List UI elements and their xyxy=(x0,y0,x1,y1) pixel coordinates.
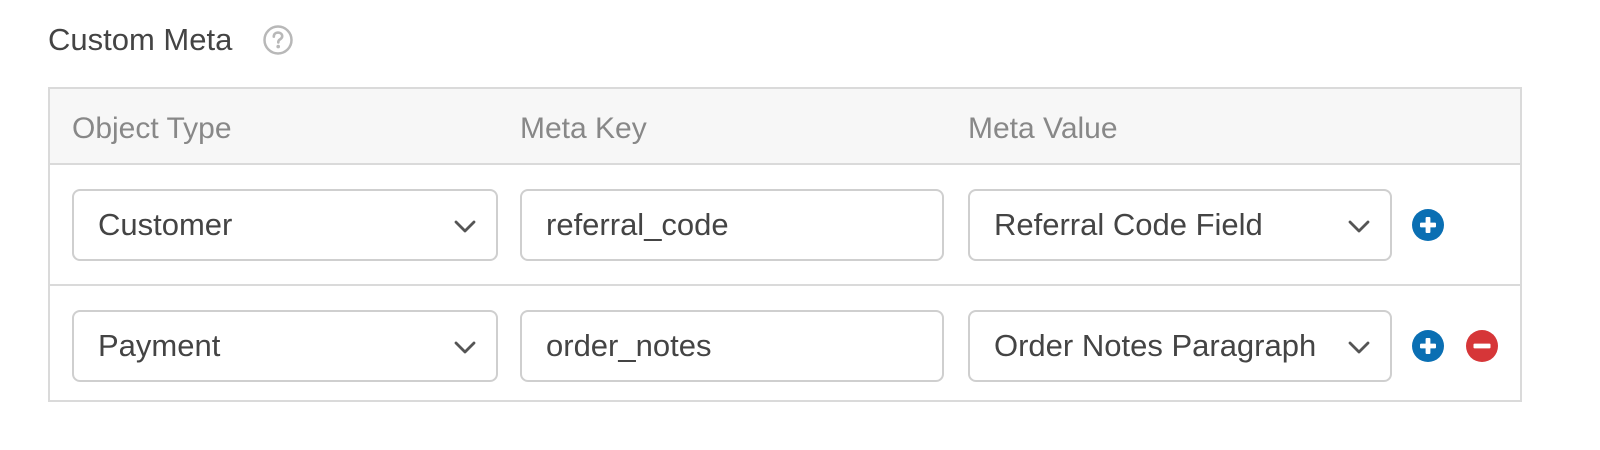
chevron-down-icon xyxy=(1346,334,1372,360)
table-header: Object Type Meta Key Meta Value xyxy=(50,89,1520,165)
object-type-value: Customer xyxy=(98,207,233,242)
chevron-down-icon xyxy=(452,213,478,239)
column-header-object-type: Object Type xyxy=(72,112,232,145)
object-type-select[interactable]: Customer xyxy=(72,189,498,261)
meta-key-input[interactable]: referral_code xyxy=(520,189,944,261)
remove-row-button[interactable] xyxy=(1466,330,1498,362)
meta-key-value: order_notes xyxy=(546,328,712,363)
help-icon[interactable] xyxy=(262,24,294,56)
meta-value-select[interactable]: Referral Code Field xyxy=(968,189,1392,261)
table-row: Payment order_notes Order Notes Paragrap… xyxy=(50,284,1520,403)
add-row-button[interactable] xyxy=(1412,330,1444,362)
meta-value-select[interactable]: Order Notes Paragraph xyxy=(968,310,1392,382)
custom-meta-header: Custom Meta xyxy=(48,18,294,62)
table-row: Customer referral_code Referral Code Fie… xyxy=(50,165,1520,284)
add-row-button[interactable] xyxy=(1412,209,1444,241)
meta-key-value: referral_code xyxy=(546,207,729,242)
custom-meta-table: Object Type Meta Key Meta Value Customer… xyxy=(48,87,1522,402)
object-type-select[interactable]: Payment xyxy=(72,310,498,382)
chevron-down-icon xyxy=(452,334,478,360)
meta-value-value: Order Notes Paragraph xyxy=(994,328,1317,363)
chevron-down-icon xyxy=(1346,213,1372,239)
meta-key-input[interactable]: order_notes xyxy=(520,310,944,382)
column-header-meta-value: Meta Value xyxy=(968,112,1118,145)
section-title: Custom Meta xyxy=(48,22,233,57)
object-type-value: Payment xyxy=(98,328,221,363)
column-header-meta-key: Meta Key xyxy=(520,112,647,145)
meta-value-value: Referral Code Field xyxy=(994,207,1263,242)
